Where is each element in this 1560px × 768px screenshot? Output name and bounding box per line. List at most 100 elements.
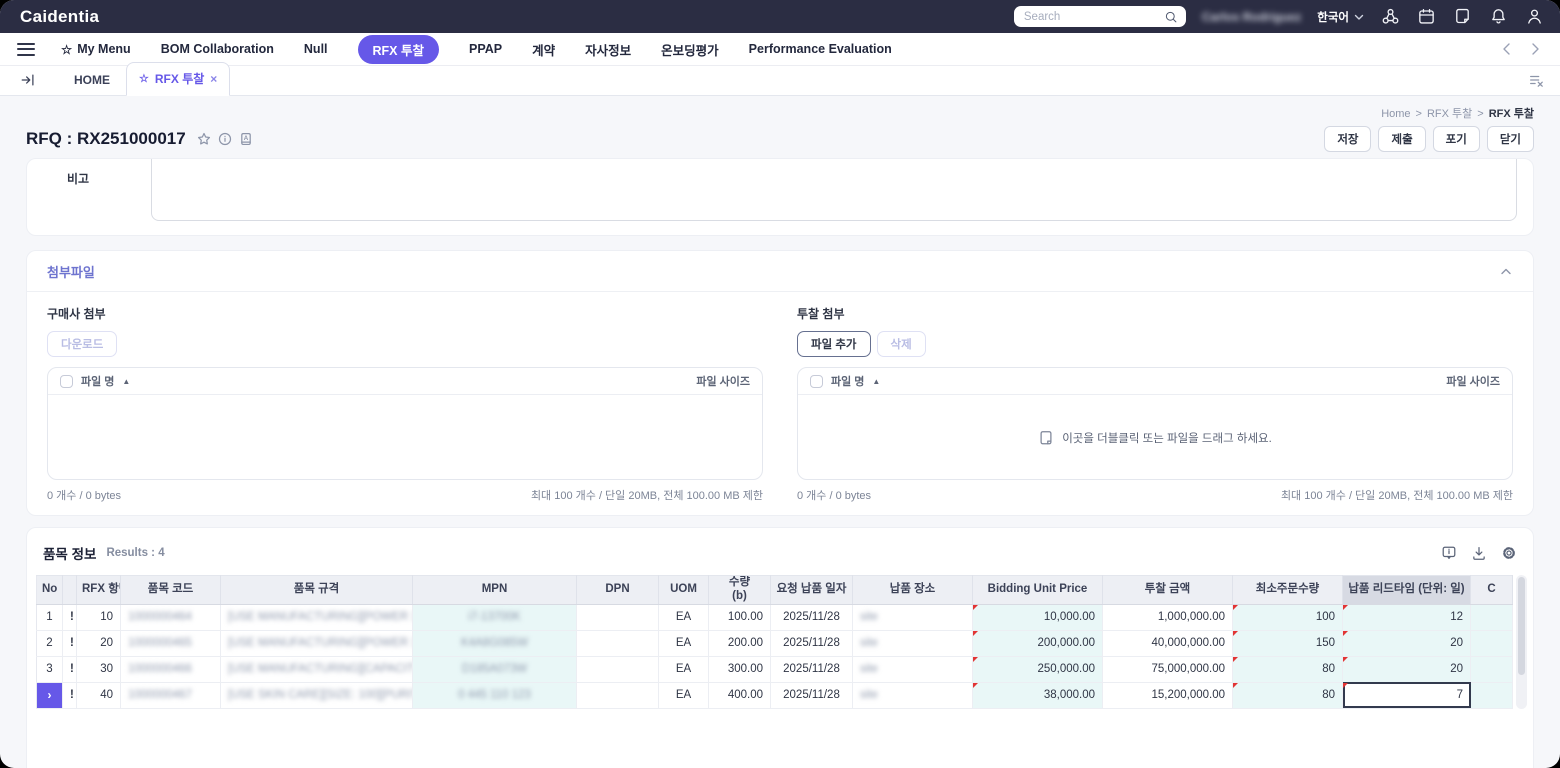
menu-scroll-left-icon[interactable]: [1499, 41, 1515, 57]
col-header-warn[interactable]: [62, 575, 77, 605]
breadcrumb-item[interactable]: Home: [1381, 108, 1410, 120]
cell-qty[interactable]: 100.00: [708, 604, 771, 631]
global-search[interactable]: [1013, 6, 1186, 27]
col-header-bid_unit_price[interactable]: Bidding Unit Price: [972, 575, 1103, 605]
cell-no[interactable]: 3: [36, 656, 63, 683]
cell-moq[interactable]: 100: [1232, 604, 1343, 631]
tab-close-icon[interactable]: ×: [210, 73, 217, 85]
breadcrumb-item[interactable]: RFX 투찰: [1427, 108, 1472, 120]
cell-location[interactable]: site: [852, 630, 973, 657]
close-button[interactable]: 닫기: [1486, 126, 1534, 152]
calendar-icon[interactable]: [1417, 7, 1436, 26]
cell-qty[interactable]: 300.00: [708, 656, 771, 683]
cell-uom[interactable]: EA: [658, 656, 709, 683]
cell-uom[interactable]: EA: [658, 604, 709, 631]
bell-icon[interactable]: [1489, 7, 1508, 26]
cell-location[interactable]: site: [852, 604, 973, 631]
collapse-tabs-icon[interactable]: [20, 72, 36, 88]
cell-rfx_line[interactable]: 40: [76, 682, 121, 709]
cell-uom[interactable]: EA: [658, 682, 709, 709]
cell-extra[interactable]: [1470, 604, 1513, 631]
bid-file-dropzone[interactable]: 이곳을 더블클릭 또는 파일을 드래그 하세요.: [798, 395, 1512, 479]
collapse-section-icon[interactable]: [1499, 265, 1513, 279]
menu-scroll-right-icon[interactable]: [1527, 41, 1543, 57]
cell-warn[interactable]: !: [62, 630, 77, 657]
language-selector[interactable]: 한국어: [1317, 9, 1365, 25]
cell-rfx_line[interactable]: 20: [76, 630, 121, 657]
cell-item_code[interactable]: 1000000466: [120, 656, 221, 683]
feedback-icon[interactable]: [1441, 545, 1457, 561]
cell-moq[interactable]: 80: [1232, 682, 1343, 709]
cell-bid_amount[interactable]: 1,000,000.00: [1102, 604, 1233, 631]
cell-uom[interactable]: EA: [658, 630, 709, 657]
col-header-qty[interactable]: 수량 (b): [708, 575, 771, 605]
menu-item-rfx-bid[interactable]: RFX 투찰: [357, 34, 439, 64]
cell-mpn[interactable]: D185A073W: [412, 656, 577, 683]
select-all-checkbox[interactable]: [60, 374, 73, 388]
grid-scrollbar-thumb[interactable]: [1518, 577, 1525, 675]
favorite-star-icon[interactable]: [197, 132, 211, 146]
col-header-no[interactable]: No: [36, 575, 63, 605]
col-header-rfx_line[interactable]: RFX 항번: [76, 575, 121, 605]
tab-rfx-bid[interactable]: ☆ RFX 투찰 ×: [126, 62, 231, 96]
cell-req_date[interactable]: 2025/11/28: [770, 630, 853, 657]
item-row-10[interactable]: 1! 10 1000000464 [USE MANUFACTURING][POWER …: [36, 604, 1513, 631]
cell-req_date[interactable]: 2025/11/28: [770, 682, 853, 709]
cell-bid_unit_price[interactable]: 200,000.00: [972, 630, 1103, 657]
download-icon[interactable]: [1471, 545, 1487, 561]
save-button[interactable]: 저장: [1324, 126, 1372, 152]
col-header-req_date[interactable]: 요청 납품 일자: [770, 575, 853, 605]
col-header-dpn[interactable]: DPN: [576, 575, 659, 605]
cell-no[interactable]: 1: [36, 604, 63, 631]
cell-req_date[interactable]: 2025/11/28: [770, 656, 853, 683]
col-header-uom[interactable]: UOM: [658, 575, 709, 605]
col-header-extra[interactable]: C: [1470, 575, 1513, 605]
selected-row-indicator[interactable]: ›: [36, 682, 63, 709]
col-header-bid_amount[interactable]: 투찰 금액: [1102, 575, 1233, 605]
settings-gear-icon[interactable]: [1501, 545, 1517, 561]
cell-moq[interactable]: 150: [1232, 630, 1343, 657]
cell-item_code[interactable]: 1000000467: [120, 682, 221, 709]
user-icon[interactable]: [1525, 7, 1544, 26]
search-icon[interactable]: [1164, 10, 1178, 24]
file-name-header[interactable]: 파일 명: [81, 373, 114, 389]
cell-mpn[interactable]: 0 445 110 123: [412, 682, 577, 709]
cell-lead_time[interactable]: 20: [1342, 656, 1471, 683]
tab-home[interactable]: HOME: [58, 66, 126, 95]
col-header-location[interactable]: 납품 장소: [852, 575, 973, 605]
cell-bid_amount[interactable]: 15,200,000.00: [1102, 682, 1233, 709]
file-name-header[interactable]: 파일 명: [831, 373, 864, 389]
abandon-button[interactable]: 포기: [1432, 126, 1480, 152]
menu-item-onboarding-eval[interactable]: 온보딩평가: [661, 40, 719, 59]
hamburger-menu-icon[interactable]: [17, 42, 35, 56]
cell-bid_unit_price[interactable]: 10,000.00: [972, 604, 1103, 631]
cell-qty[interactable]: 400.00: [708, 682, 771, 709]
cell-bid_unit_price[interactable]: 250,000.00: [972, 656, 1103, 683]
cell-req_date[interactable]: 2025/11/28: [770, 604, 853, 631]
cell-dpn[interactable]: [576, 604, 659, 631]
cell-no[interactable]: 2: [36, 630, 63, 657]
menu-item-contract[interactable]: 계약: [532, 40, 555, 59]
menu-item-null[interactable]: Null: [304, 42, 328, 56]
cell-dpn[interactable]: [576, 656, 659, 683]
cell-lead_time[interactable]: 12: [1342, 604, 1471, 631]
cell-warn[interactable]: !: [62, 604, 77, 631]
cell-item_code[interactable]: 1000000464: [120, 604, 221, 631]
col-header-lead_time[interactable]: 납품 리드타임 (단위: 일): [1342, 575, 1471, 605]
cell-lead_time[interactable]: 20: [1342, 630, 1471, 657]
cell-item_spec[interactable]: [USE MANUFACTURING][POWER 150: [220, 604, 413, 631]
cell-mpn[interactable]: K4A8G085W: [412, 630, 577, 657]
item-row-40[interactable]: ›! 40 1000000467 [USE SKIN CARE][SIZE: 100]…: [36, 682, 1513, 709]
col-header-item_spec[interactable]: 품목 규격: [220, 575, 413, 605]
cell-location[interactable]: site: [852, 682, 973, 709]
menu-item-ppap[interactable]: PPAP: [469, 42, 502, 56]
manual-icon[interactable]: A: [239, 132, 253, 146]
org-chart-icon[interactable]: [1381, 7, 1400, 26]
cell-extra[interactable]: [1470, 682, 1513, 709]
cell-warn[interactable]: !: [62, 656, 77, 683]
cell-rfx_line[interactable]: 10: [76, 604, 121, 631]
close-all-tabs-icon[interactable]: [1528, 72, 1544, 88]
grid-scrollbar[interactable]: [1516, 575, 1527, 709]
col-header-moq[interactable]: 최소주문수량: [1232, 575, 1343, 605]
download-button[interactable]: 다운로드: [47, 331, 118, 357]
